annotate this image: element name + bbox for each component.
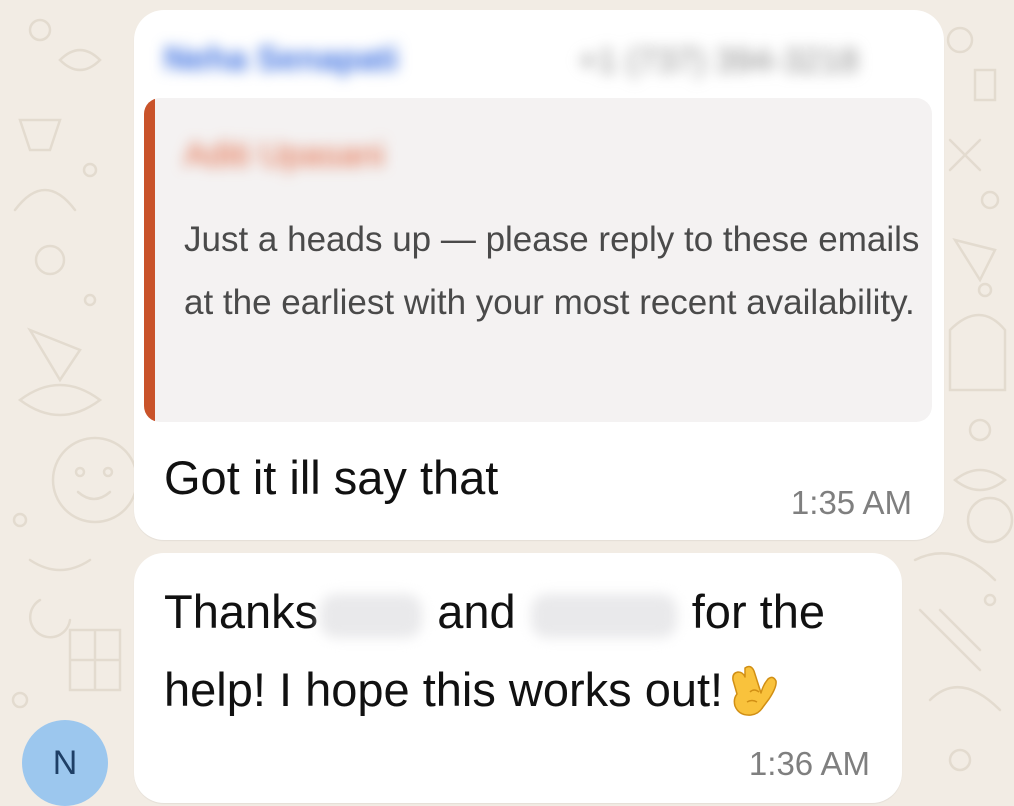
message-bubble-1[interactable]: Neha Senapati +1 (737) 394-3218 Aditi Up… bbox=[134, 10, 944, 540]
sender-name: Neha Senapati bbox=[164, 40, 399, 78]
message-text: Thanks and for the help! I hope this wor… bbox=[164, 573, 874, 729]
redacted-name bbox=[530, 593, 677, 638]
crossed-fingers-emoji-icon bbox=[732, 665, 777, 716]
quote-text: Just a heads up — please reply to these … bbox=[184, 220, 920, 322]
quote-accent-bar bbox=[144, 98, 155, 422]
quote-author: Aditi Upasani bbox=[184, 136, 385, 174]
quoted-message[interactable]: Aditi Upasani Just a heads up — please r… bbox=[144, 98, 932, 422]
message-text-part: Thanks bbox=[164, 585, 319, 638]
message-text: Got it ill say that bbox=[164, 451, 499, 504]
message-timestamp: 1:36 AM bbox=[748, 745, 870, 782]
message-timestamp: 1:35 AM bbox=[790, 484, 912, 521]
sender-avatar[interactable]: N bbox=[22, 720, 108, 806]
message-bubble-2[interactable]: Thanks and for the help! I hope this wor… bbox=[134, 553, 902, 803]
message-text-part: and bbox=[437, 585, 516, 638]
sender-phone: +1 (737) 394-3218 bbox=[578, 42, 859, 80]
redacted-name bbox=[320, 593, 423, 638]
